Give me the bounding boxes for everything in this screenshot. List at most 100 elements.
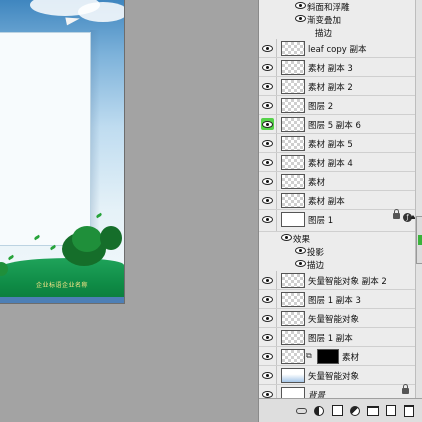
visibility-eye-icon[interactable] bbox=[261, 156, 274, 168]
layers-scrollbar[interactable] bbox=[415, 0, 422, 398]
column-divider bbox=[276, 271, 277, 289]
layer-thumbnail[interactable] bbox=[281, 193, 305, 208]
effect-visibility-eye-icon[interactable] bbox=[295, 2, 306, 9]
layer-name[interactable]: 素材 副本 2 bbox=[308, 81, 353, 93]
layer-thumbnail[interactable] bbox=[281, 311, 305, 326]
layer-row[interactable]: 矢量智能对象 bbox=[259, 309, 415, 328]
layer-row[interactable]: 素材 副本 2 bbox=[259, 77, 415, 96]
adjustment-layer-icon[interactable] bbox=[347, 403, 363, 418]
layer-effect-item[interactable]: 渐变叠加 bbox=[259, 13, 415, 26]
link-layers-icon[interactable] bbox=[295, 405, 307, 417]
layer-row[interactable]: 图层 1ƒ bbox=[259, 209, 416, 232]
layer-thumbnail[interactable] bbox=[281, 117, 305, 132]
add-layer-style-icon[interactable] bbox=[313, 405, 325, 417]
layer-thumbnail[interactable] bbox=[281, 212, 305, 227]
effect-visibility-eye-icon[interactable] bbox=[295, 260, 306, 267]
layer-row[interactable]: 素材 副本 3 bbox=[259, 58, 415, 77]
effect-visibility-eye-icon[interactable] bbox=[281, 234, 292, 241]
add-mask-icon[interactable] bbox=[331, 405, 343, 417]
column-divider bbox=[276, 172, 277, 190]
layer-row[interactable]: leaf copy 副本 bbox=[259, 39, 415, 58]
delete-layer-icon[interactable] bbox=[403, 404, 415, 417]
scrollbar-thumb[interactable] bbox=[416, 216, 422, 264]
layer-name[interactable]: 图层 1 副本 3 bbox=[308, 294, 361, 306]
layer-name[interactable]: 图层 5 副本 6 bbox=[308, 119, 361, 131]
bottom-stripe bbox=[0, 297, 124, 303]
layer-thumbnail[interactable] bbox=[281, 155, 305, 170]
visibility-eye-icon[interactable] bbox=[261, 331, 274, 343]
column-divider bbox=[276, 58, 277, 76]
layer-thumbnail[interactable] bbox=[281, 79, 305, 94]
visibility-eye-icon[interactable] bbox=[261, 118, 274, 130]
layer-name[interactable]: leaf copy 副本 bbox=[308, 43, 367, 55]
mask-link-icon[interactable]: ⧉ bbox=[306, 351, 312, 361]
layer-row[interactable]: 素材 副本 bbox=[259, 191, 415, 210]
effect-visibility-eye-icon[interactable] bbox=[295, 15, 306, 22]
layer-row[interactable]: 矢量智能对象 bbox=[259, 366, 415, 385]
layer-thumbnail[interactable] bbox=[281, 60, 305, 75]
layer-effect-item[interactable]: 描边 bbox=[259, 26, 415, 39]
layer-row[interactable]: 图层 1 副本 bbox=[259, 328, 415, 347]
layer-thumbnail[interactable] bbox=[281, 41, 305, 56]
layer-effect-item[interactable]: 斜面和浮雕 bbox=[259, 0, 415, 13]
layer-thumbnail[interactable] bbox=[281, 273, 305, 288]
layer-thumbnail[interactable] bbox=[281, 330, 305, 345]
new-layer-icon[interactable] bbox=[385, 405, 397, 417]
layer-row[interactable]: 矢量智能对象 副本 2 bbox=[259, 271, 415, 290]
layer-name[interactable]: 矢量智能对象 bbox=[308, 313, 359, 325]
layer-thumbnail[interactable] bbox=[281, 174, 305, 189]
layer-row[interactable]: 素材 副本 5 bbox=[259, 134, 415, 153]
document-canvas[interactable]: 企业标语企业名称 bbox=[0, 0, 125, 304]
visibility-eye-icon[interactable] bbox=[261, 61, 274, 73]
layer-effect-item[interactable]: 投影 bbox=[259, 245, 415, 258]
visibility-eye-icon[interactable] bbox=[261, 293, 274, 305]
layer-effect-item[interactable]: 描边 bbox=[259, 258, 415, 271]
visibility-eye-icon[interactable] bbox=[261, 175, 274, 187]
visibility-eye-icon[interactable] bbox=[261, 369, 274, 381]
layer-thumbnail[interactable] bbox=[281, 98, 305, 113]
tree-shape bbox=[72, 226, 102, 252]
visibility-eye-icon[interactable] bbox=[261, 99, 274, 111]
column-divider bbox=[276, 191, 277, 209]
layer-name[interactable]: 素材 bbox=[342, 351, 359, 363]
layer-row[interactable]: 图层 2 bbox=[259, 96, 415, 115]
layer-name[interactable]: 素材 副本 5 bbox=[308, 138, 353, 150]
visibility-eye-icon[interactable] bbox=[261, 213, 274, 225]
column-divider bbox=[276, 134, 277, 152]
visibility-eye-icon[interactable] bbox=[261, 274, 274, 286]
tree-shape bbox=[100, 226, 122, 250]
layer-name[interactable]: 素材 bbox=[308, 176, 325, 188]
effect-name: 描边 bbox=[307, 261, 325, 271]
layer-row[interactable]: 图层 1 副本 3 bbox=[259, 290, 415, 309]
visibility-eye-icon[interactable] bbox=[261, 80, 274, 92]
layer-name[interactable]: 图层 1 bbox=[308, 214, 333, 226]
layer-thumbnail[interactable] bbox=[281, 349, 305, 364]
new-group-icon[interactable] bbox=[367, 405, 379, 417]
visibility-eye-icon[interactable] bbox=[261, 42, 274, 54]
visibility-eye-icon[interactable] bbox=[261, 137, 274, 149]
layer-effect-item[interactable]: 效果 bbox=[259, 232, 415, 245]
layer-thumbnail[interactable] bbox=[281, 292, 305, 307]
layer-name[interactable]: 矢量智能对象 副本 2 bbox=[308, 275, 387, 287]
effect-visibility-eye-icon[interactable] bbox=[295, 247, 306, 254]
visibility-eye-icon[interactable] bbox=[261, 194, 274, 206]
layer-thumbnail[interactable] bbox=[281, 136, 305, 151]
layer-mask-thumbnail[interactable] bbox=[317, 349, 339, 364]
column-divider bbox=[276, 153, 277, 171]
layer-row[interactable]: 素材 副本 4 bbox=[259, 153, 415, 172]
visibility-eye-icon[interactable] bbox=[261, 312, 274, 324]
layer-name[interactable]: 素材 副本 3 bbox=[308, 62, 353, 74]
scroll-grip-icon bbox=[418, 235, 422, 245]
layer-name[interactable]: 素材 副本 4 bbox=[308, 157, 353, 169]
layer-row[interactable]: ⧉ 素材 bbox=[259, 347, 415, 366]
visibility-eye-icon[interactable] bbox=[261, 350, 274, 362]
layer-row[interactable]: 图层 5 副本 6 bbox=[259, 115, 415, 134]
layer-name[interactable]: 图层 2 bbox=[308, 100, 333, 112]
layer-thumbnail[interactable] bbox=[281, 368, 305, 383]
layer-name[interactable]: 矢量智能对象 bbox=[308, 370, 359, 382]
column-divider bbox=[276, 347, 277, 365]
layer-name[interactable]: 素材 副本 bbox=[308, 195, 345, 207]
column-divider bbox=[276, 115, 277, 133]
layer-name[interactable]: 图层 1 副本 bbox=[308, 332, 353, 344]
layer-row[interactable]: 素材 bbox=[259, 172, 415, 191]
